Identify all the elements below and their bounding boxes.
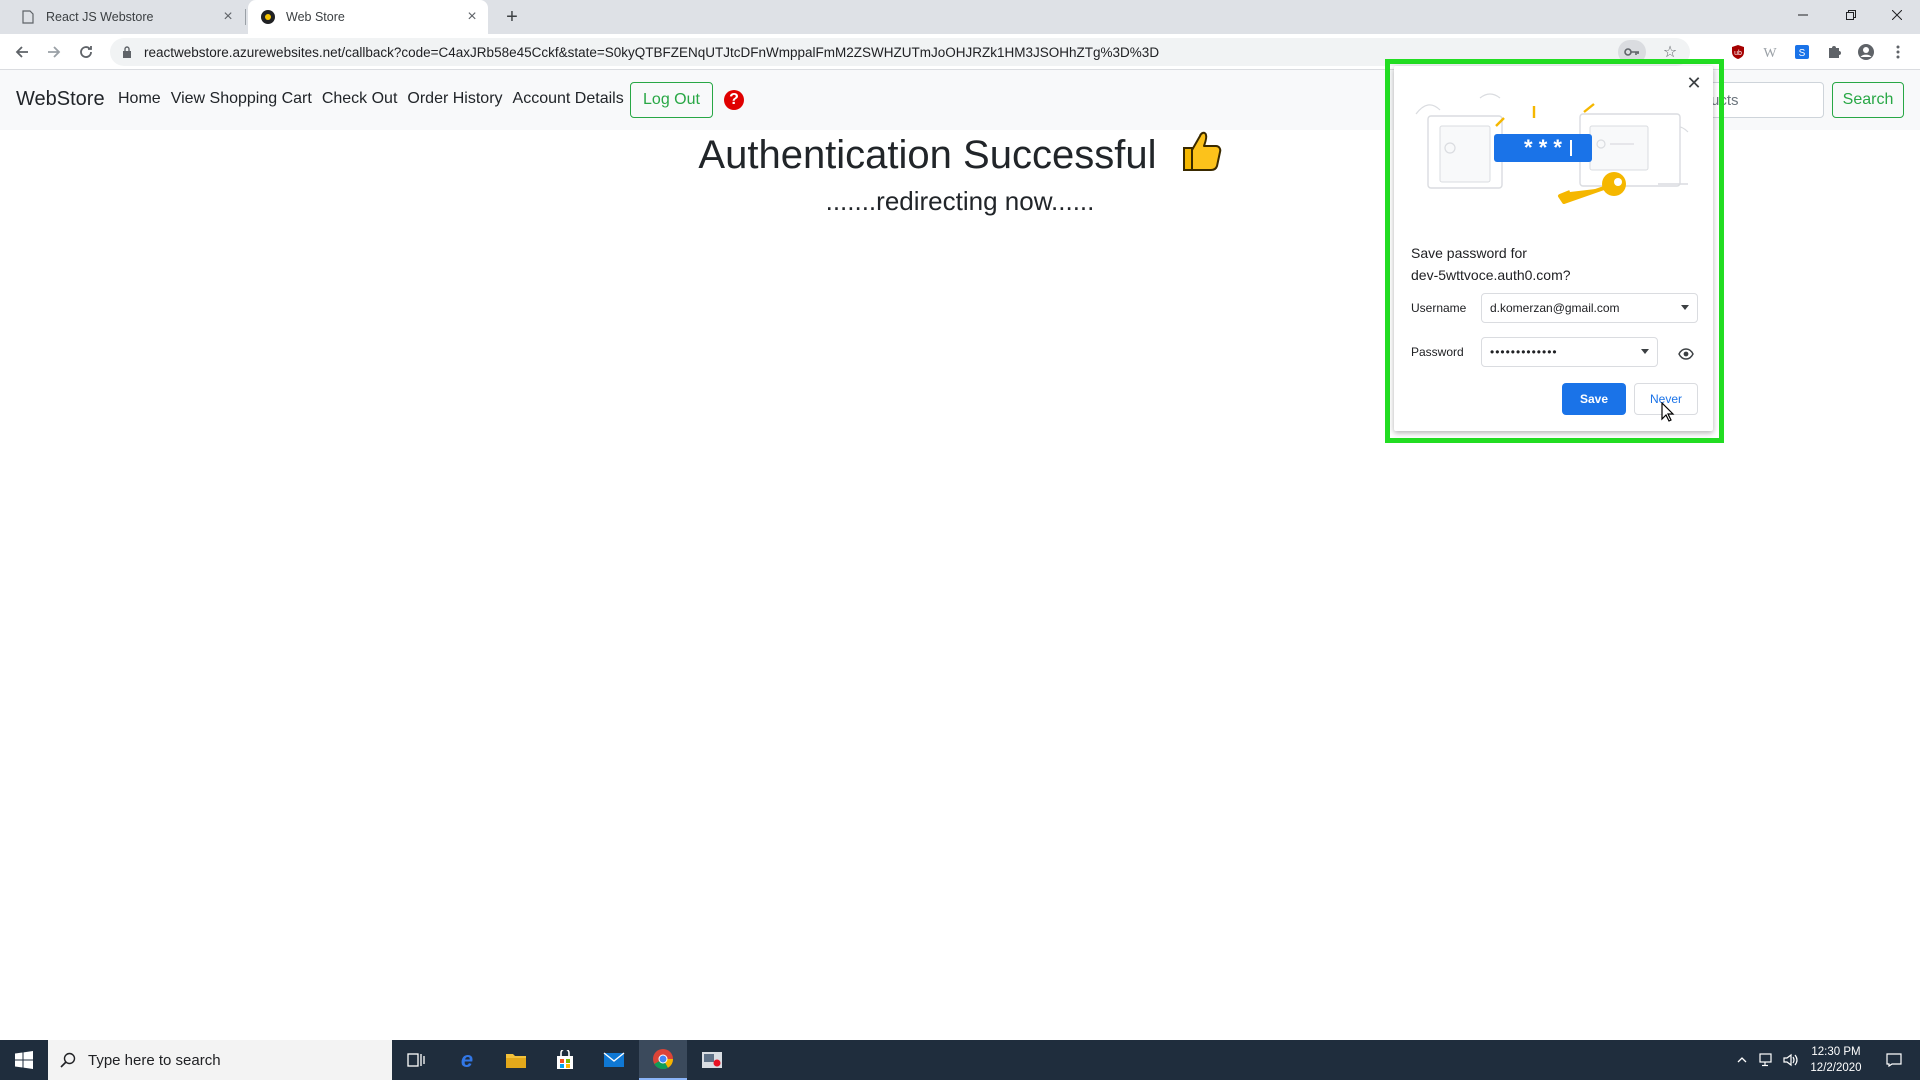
svg-text:W: W <box>1763 46 1777 60</box>
file-explorer-icon[interactable] <box>492 1040 540 1080</box>
nav-link-order-history[interactable]: Order History <box>407 90 502 108</box>
s-extension-icon[interactable]: S <box>1790 40 1814 64</box>
windows-start-icon[interactable] <box>0 1040 48 1080</box>
ublock-shield-icon[interactable]: ub <box>1726 40 1750 64</box>
tab-title: Web Store <box>286 10 345 24</box>
password-label: Password <box>1411 345 1464 359</box>
close-tab-icon[interactable]: × <box>218 7 238 27</box>
show-password-eye-icon[interactable] <box>1674 342 1698 366</box>
clock-time: 12:30 PM <box>1811 1046 1861 1058</box>
chevron-up-icon[interactable] <box>1732 1040 1752 1080</box>
lock-icon[interactable] <box>120 45 134 59</box>
webstore-favicon-icon <box>260 9 276 25</box>
chrome-browser-icon[interactable] <box>639 1040 687 1080</box>
tab-react-js-webstore[interactable]: React JS Webstore × <box>8 0 244 34</box>
profile-avatar-icon[interactable] <box>1854 40 1878 64</box>
forward-arrow-icon[interactable] <box>40 38 68 66</box>
chevron-down-icon[interactable] <box>1641 349 1649 354</box>
new-tab-plus-icon[interactable]: + <box>500 5 524 29</box>
snipping-tool-icon[interactable] <box>688 1040 736 1080</box>
thumbs-up-icon <box>1180 128 1222 182</box>
nav-link-check-out[interactable]: Check Out <box>322 90 398 108</box>
username-field[interactable]: d.komerzan@gmail.com <box>1481 293 1698 323</box>
svg-text:S: S <box>1799 48 1806 59</box>
nav-link-home[interactable]: Home <box>118 90 161 108</box>
tab-web-store[interactable]: Web Store × <box>248 0 488 34</box>
task-view-icon[interactable] <box>392 1040 440 1080</box>
tab-title: React JS Webstore <box>46 10 154 24</box>
windows-taskbar: Type here to search e 12:30 PM 12/2/2020 <box>0 1040 1920 1080</box>
reload-icon[interactable] <box>72 38 100 66</box>
chevron-down-icon[interactable] <box>1681 305 1689 310</box>
microsoft-store-icon[interactable] <box>541 1040 589 1080</box>
document-icon <box>20 9 36 25</box>
taskbar-search-placeholder: Type here to search <box>88 1051 221 1069</box>
help-question-icon[interactable]: ? <box>724 90 744 110</box>
taskbar-search-box[interactable]: Type here to search <box>48 1040 392 1080</box>
puzzle-extensions-icon[interactable] <box>1822 40 1846 64</box>
back-arrow-icon[interactable] <box>8 38 36 66</box>
edge-browser-icon[interactable]: e <box>443 1040 491 1080</box>
nav-links: Home View Shopping Cart Check Out Order … <box>118 90 634 108</box>
username-label: Username <box>1411 301 1467 315</box>
username-value: d.komerzan@gmail.com <box>1490 301 1620 315</box>
popup-heading-line1: Save password for <box>1411 245 1527 261</box>
nav-link-view-shopping-cart[interactable]: View Shopping Cart <box>171 90 312 108</box>
minimize-icon[interactable] <box>1780 0 1826 30</box>
nav-link-account-details[interactable]: Account Details <box>513 90 624 108</box>
search-button[interactable]: Search <box>1832 82 1904 118</box>
svg-text:ub: ub <box>1734 50 1742 57</box>
brand-logo[interactable]: WebStore <box>16 88 105 111</box>
password-field[interactable]: ••••••••••••• <box>1481 337 1658 367</box>
taskbar-clock[interactable]: 12:30 PM 12/2/2020 <box>1798 1044 1874 1076</box>
search-icon <box>60 1052 76 1068</box>
password-illustration: * * * <box>1415 93 1689 204</box>
network-icon[interactable] <box>1756 1040 1778 1080</box>
restore-icon[interactable] <box>1828 0 1874 30</box>
save-password-dialog: ✕ * * * Save password for dev-5wttvoce.a… <box>1394 66 1713 431</box>
url-text: reactwebstore.azurewebsites.net/callback… <box>144 44 1160 60</box>
password-value: ••••••••••••• <box>1490 345 1558 359</box>
tab-separator <box>245 9 246 25</box>
w-extension-icon[interactable]: W <box>1758 40 1782 64</box>
auth-title-text: Authentication Successful <box>698 133 1157 177</box>
notification-center-icon[interactable] <box>1874 1040 1914 1080</box>
close-tab-icon[interactable]: × <box>462 7 482 27</box>
mail-icon[interactable] <box>590 1040 638 1080</box>
kebab-menu-icon[interactable] <box>1886 40 1910 64</box>
save-button[interactable]: Save <box>1562 383 1626 415</box>
close-window-icon[interactable] <box>1874 0 1920 30</box>
svg-text:e: e <box>461 1049 473 1071</box>
illustration-asterisks: * * * <box>1524 135 1562 160</box>
popup-heading: Save password for dev-5wttvoce.auth0.com… <box>1411 242 1691 286</box>
popup-heading-site: dev-5wttvoce.auth0.com? <box>1411 267 1571 283</box>
mouse-cursor-icon <box>1661 402 1675 422</box>
log-out-button[interactable]: Log Out <box>630 82 713 118</box>
clock-date: 12/2/2020 <box>1810 1062 1862 1074</box>
browser-tab-strip: React JS Webstore × Web Store × + <box>0 0 1920 34</box>
